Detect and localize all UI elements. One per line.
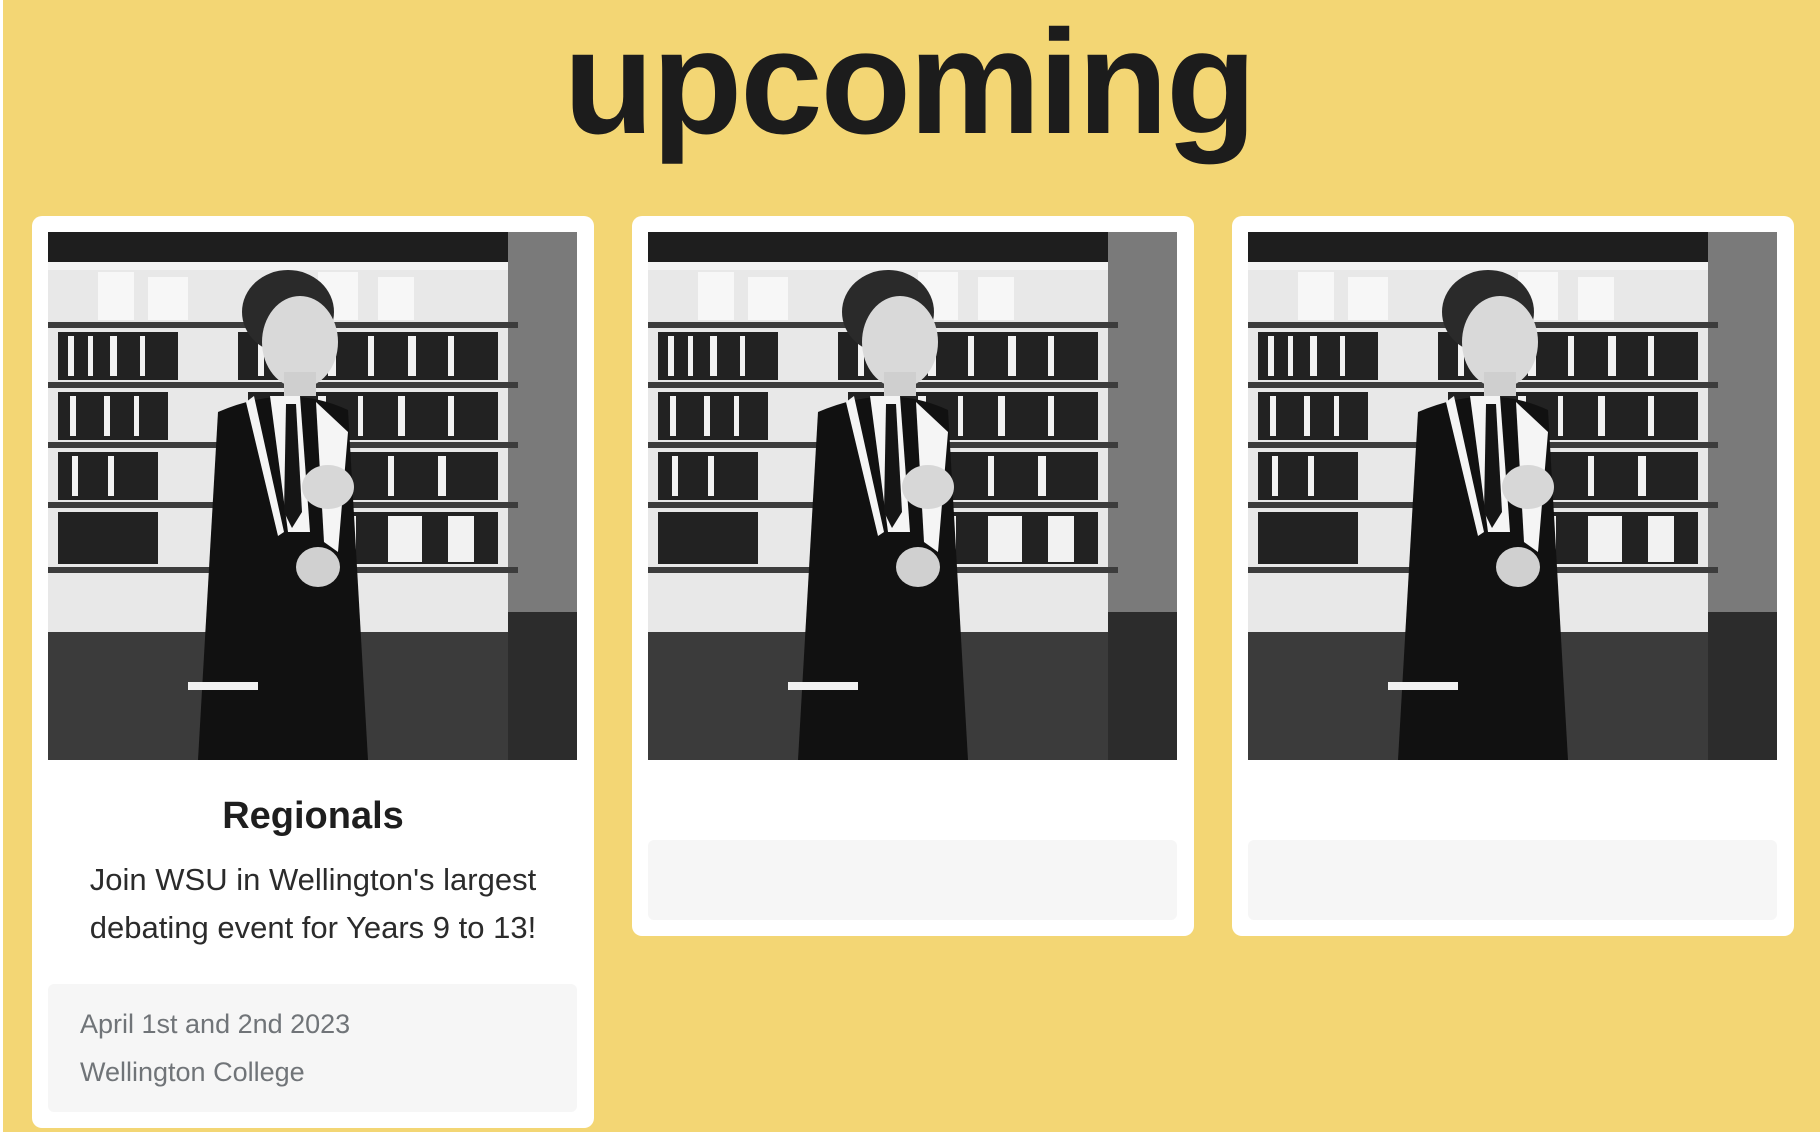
library-photo-illustration xyxy=(648,232,1177,760)
event-photo xyxy=(648,232,1177,760)
event-footer: April 1st and 2nd 2023 Wellington Colleg… xyxy=(48,984,577,1112)
event-footer xyxy=(1248,840,1777,920)
page-left-edge xyxy=(0,0,3,1132)
event-date: April 1st and 2nd 2023 xyxy=(80,1009,351,1039)
library-photo-illustration xyxy=(1248,232,1777,760)
event-description: Join WSU in Wellington's largest debatin… xyxy=(89,862,537,945)
event-card-regionals[interactable]: Regionals Join WSU in Wellington's large… xyxy=(32,216,594,1128)
event-photo xyxy=(48,232,577,760)
page-title: upcoming xyxy=(563,0,1256,165)
event-card-2[interactable] xyxy=(632,216,1194,936)
event-venue: Wellington College xyxy=(80,1057,305,1087)
library-photo-illustration xyxy=(48,232,577,760)
event-card-3[interactable] xyxy=(1232,216,1794,936)
event-title[interactable]: Regionals xyxy=(32,792,594,840)
event-photo xyxy=(1248,232,1777,760)
event-footer xyxy=(648,840,1177,920)
